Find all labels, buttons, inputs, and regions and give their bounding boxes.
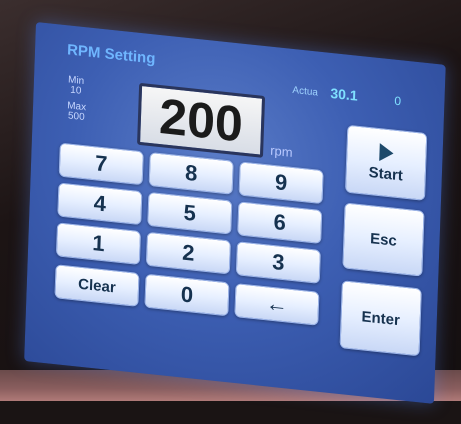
min-value: 10 (70, 84, 82, 97)
actual-label: Actua (292, 84, 319, 99)
key-2[interactable]: 2 (145, 231, 231, 275)
key-3[interactable]: 3 (235, 241, 321, 284)
actual-value: 30.1 (330, 84, 358, 104)
max-limit: Max 500 (67, 100, 86, 124)
min-limit: Min 10 (68, 74, 84, 97)
enter-button[interactable]: Enter (339, 280, 422, 357)
rpm-unit: rpm (269, 142, 293, 160)
key-1[interactable]: 1 (55, 222, 142, 266)
key-5[interactable]: 5 (147, 191, 233, 235)
backspace-icon: ← (265, 290, 289, 318)
key-4[interactable]: 4 (57, 182, 143, 226)
max-value: 500 (67, 110, 85, 124)
play-icon (379, 142, 394, 163)
key-9[interactable]: 9 (238, 161, 324, 205)
backspace-button[interactable]: ← (234, 283, 320, 326)
actual-speed: 0 (394, 93, 402, 109)
rpm-display: 200 (137, 82, 266, 158)
page-title: RPM Setting (66, 41, 156, 68)
clear-button[interactable]: Clear (54, 264, 140, 307)
touch-screen: RPM Setting Actua 30.1 0 Min 10 Max 500 … (23, 22, 446, 424)
key-7[interactable]: 7 (58, 142, 144, 186)
esc-button[interactable]: Esc (342, 202, 425, 277)
key-6[interactable]: 6 (237, 201, 323, 245)
screen-panel: RPM Setting Actua 30.1 0 Min 10 Max 500 … (24, 22, 446, 404)
key-8[interactable]: 8 (148, 152, 234, 195)
start-label: Start (368, 163, 404, 185)
start-button[interactable]: Start (344, 124, 428, 201)
key-0[interactable]: 0 (144, 273, 230, 317)
